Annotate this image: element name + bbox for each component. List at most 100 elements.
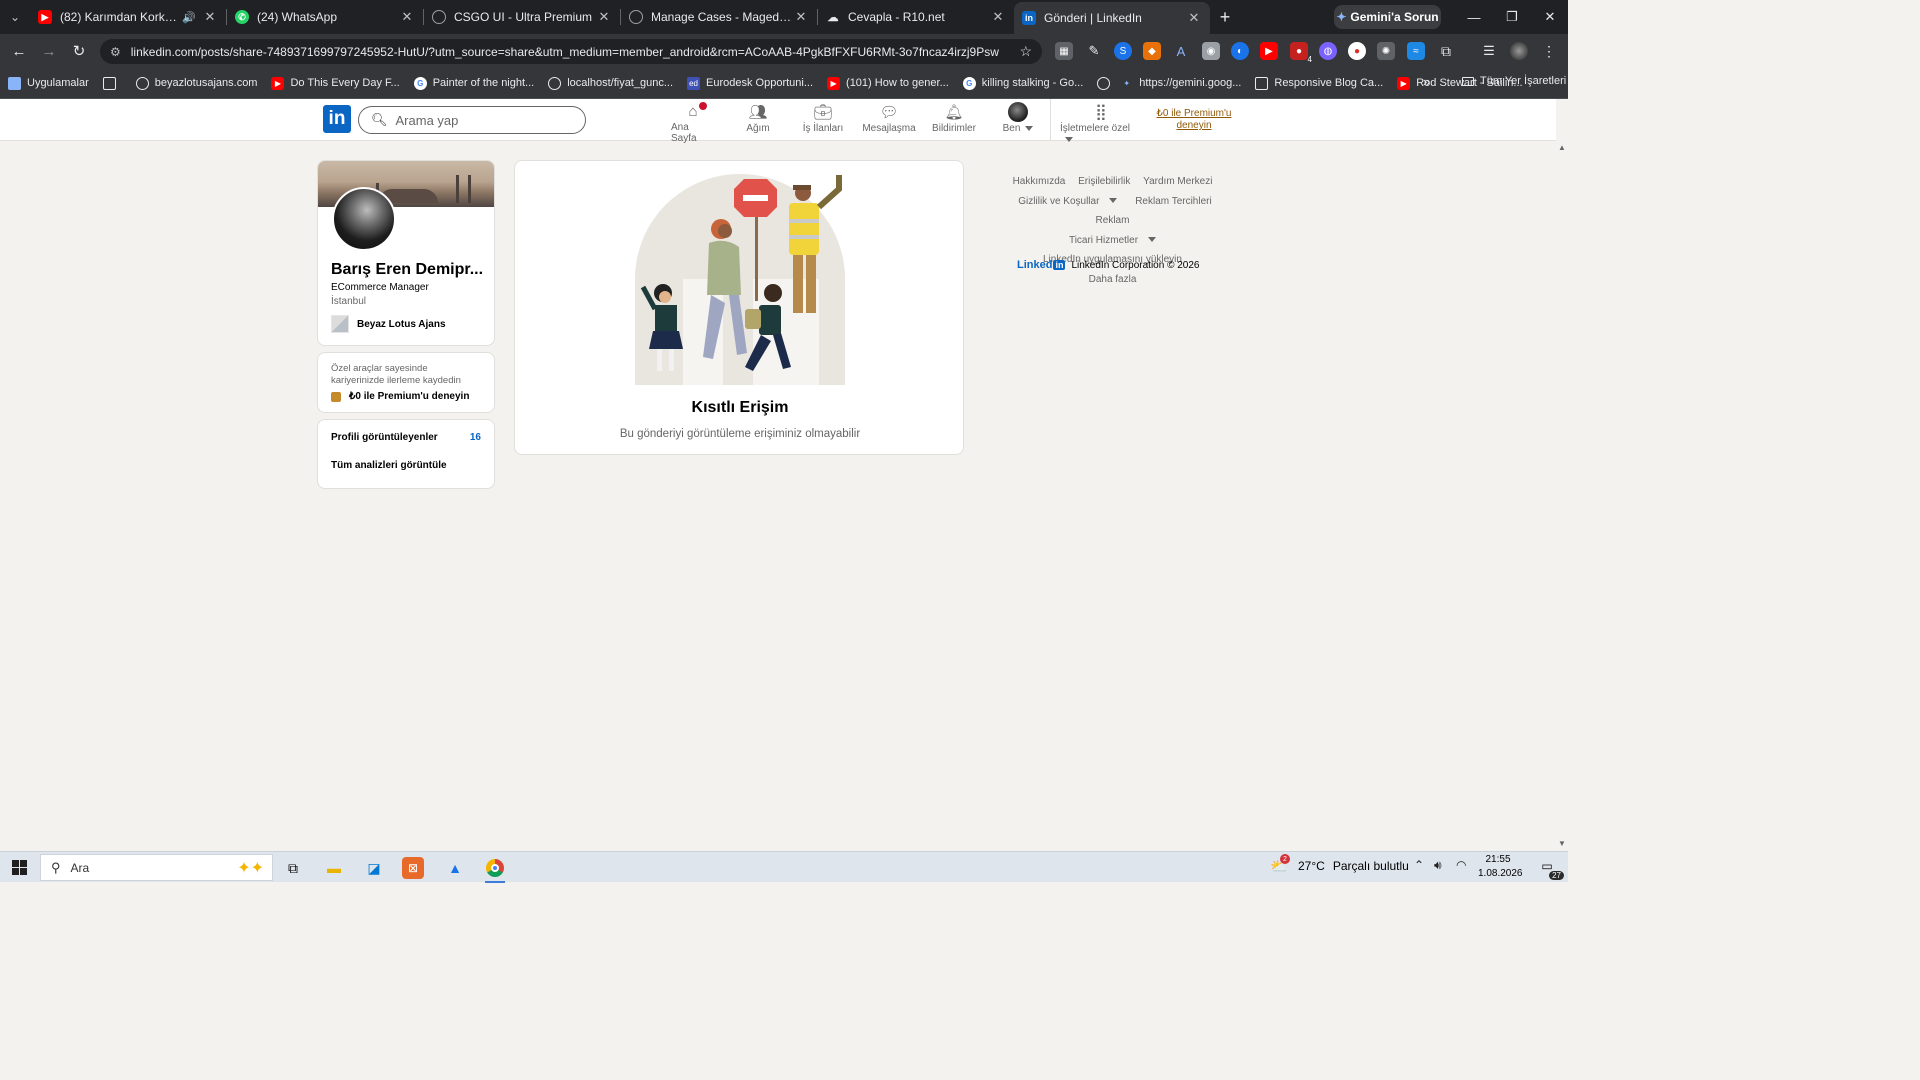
- premium-card[interactable]: Özel araçlar sayesinde kariyerinizde ile…: [317, 352, 495, 413]
- reading-list-icon[interactable]: ☰: [1480, 42, 1498, 60]
- view-all-analytics-link[interactable]: Tüm analizleri görüntüle: [331, 460, 481, 471]
- outlook-icon[interactable]: ◪: [361, 855, 387, 881]
- bookmark-item[interactable]: ▶ (101) How to gener...: [827, 76, 949, 90]
- browser-tab-whatsapp[interactable]: ✆ (24) WhatsApp ✕: [227, 0, 423, 34]
- footer-link-help[interactable]: Yardım Merkezi: [1143, 176, 1212, 187]
- taskbar-search-input[interactable]: ⚲ Ara ✦✦: [40, 854, 273, 881]
- bookmark-star-icon[interactable]: ☆: [1019, 43, 1032, 60]
- premium-trial-link[interactable]: ₺0 ile Premium'u deneyin: [1152, 108, 1236, 132]
- close-tab-icon[interactable]: ✕: [596, 9, 612, 25]
- footer-link-accessibility[interactable]: Erişilebilirlik: [1078, 176, 1130, 187]
- xampp-icon[interactable]: ⊠: [402, 857, 424, 879]
- nav-business[interactable]: ⣿ İşletmelere özel: [1060, 103, 1142, 142]
- nav-notifications[interactable]: 🔔︎ Bildirimler: [929, 103, 979, 139]
- browser-tab-r10[interactable]: ☁ Cevapla - R10.net ✕: [818, 0, 1014, 34]
- browser-tab-csgo[interactable]: CSGO UI - Ultra Premium ✕: [424, 0, 620, 34]
- bookmark-apps[interactable]: Uygulamalar: [8, 76, 89, 90]
- close-tab-icon[interactable]: ✕: [202, 9, 218, 25]
- rec-extension-icon[interactable]: ●: [1348, 42, 1366, 60]
- url-text[interactable]: linkedin.com/posts/share-748937169979724…: [131, 45, 1020, 59]
- chrome-menu-icon[interactable]: ⋮: [1540, 42, 1558, 60]
- profile-avatar-icon[interactable]: [1510, 42, 1528, 60]
- scroll-down-icon[interactable]: ▼: [1558, 839, 1566, 848]
- wifi-icon[interactable]: ◠: [1456, 858, 1466, 872]
- address-bar[interactable]: ⚙ linkedin.com/posts/share-7489371699797…: [100, 39, 1042, 64]
- linkedin-logo[interactable]: in: [323, 105, 351, 133]
- browser-tab-maged[interactable]: Manage Cases - Maged.gg ✕: [621, 0, 817, 34]
- profile-viewers-row[interactable]: Profili görüntüleyenler 16: [331, 432, 481, 443]
- site-info-icon[interactable]: ⚙: [110, 45, 121, 59]
- reload-icon[interactable]: ↻: [64, 36, 94, 66]
- youtube-extension-icon[interactable]: ▶: [1260, 42, 1278, 60]
- bookmark-item[interactable]: Gkilling stalking - Go...: [962, 76, 1083, 90]
- premium-cta[interactable]: ₺0 ile Premium'u deneyin: [331, 391, 481, 402]
- puzzle-extensions-icon[interactable]: ⧉: [1437, 42, 1455, 60]
- bookmark-item[interactable]: G Painter of the night...: [413, 76, 534, 90]
- footer-link-business[interactable]: Ticari Hizmetler: [1064, 235, 1161, 246]
- blue-extension-icon[interactable]: ◐: [1231, 42, 1249, 60]
- new-tab-button[interactable]: +: [1210, 7, 1240, 28]
- bookmark-item[interactable]: localhost/fiyat_gunc...: [548, 76, 673, 90]
- close-tab-icon[interactable]: ✕: [990, 9, 1006, 25]
- profile-avatar[interactable]: [332, 187, 396, 251]
- forward-arrow-icon[interactable]: →: [34, 36, 64, 66]
- bookmark-item[interactable]: beyazlotusajans.com: [135, 76, 257, 90]
- footer-link-privacy[interactable]: Gizlilik ve Koşullar: [1013, 196, 1122, 207]
- ai-extension-icon[interactable]: ◍: [1319, 42, 1337, 60]
- translate-extension-icon[interactable]: A: [1172, 42, 1190, 60]
- all-bookmarks-button[interactable]: Tüm Yer İşaretleri: [1462, 75, 1566, 87]
- system-clock[interactable]: 21:55 1.08.2026: [1478, 853, 1523, 881]
- restore-button[interactable]: ❐: [1493, 0, 1531, 34]
- camera-extension-icon[interactable]: ◉: [1202, 42, 1220, 60]
- nav-home[interactable]: ⌂ Ana Sayfa: [671, 100, 715, 144]
- bookmark-item[interactable]: ▶ Do This Every Day F...: [271, 76, 400, 90]
- nav-network[interactable]: 👥︎ Ağım: [740, 103, 776, 139]
- qr-extension-icon[interactable]: ▦: [1055, 42, 1073, 60]
- profile-name[interactable]: Barış Eren Demipr...: [331, 261, 483, 279]
- notification-center-button[interactable]: ▭ 27: [1534, 856, 1564, 880]
- speaker-icon[interactable]: 🔊: [182, 11, 196, 24]
- minimize-button[interactable]: —: [1455, 0, 1493, 34]
- volume-icon[interactable]: 🔊︎: [1434, 858, 1442, 873]
- tray-overflow-icon[interactable]: ⌃: [1414, 858, 1424, 872]
- close-window-button[interactable]: ✕: [1531, 0, 1569, 34]
- linkedin-search-input[interactable]: 🔍︎ Arama yap: [358, 106, 586, 134]
- shazam-extension-icon[interactable]: S: [1114, 42, 1132, 60]
- windows-start-button[interactable]: [0, 852, 38, 883]
- bookmark-grid[interactable]: [102, 76, 122, 90]
- profile-company[interactable]: Beyaz Lotus Ajans: [331, 315, 446, 333]
- weather-widget[interactable]: ⛅ 2 27°C Parçalı bulutlu: [1270, 854, 1409, 874]
- record-extension-icon[interactable]: ● 4: [1290, 42, 1312, 64]
- wordmark-text: Linked: [1017, 259, 1053, 271]
- nav-me[interactable]: Ben: [1000, 102, 1036, 139]
- gemini-button[interactable]: ✦ Gemini'a Sorun: [1334, 5, 1441, 29]
- close-tab-icon[interactable]: ✕: [793, 9, 809, 25]
- fox-extension-icon[interactable]: ◆: [1143, 42, 1161, 60]
- bookmark-item[interactable]: Responsive Blog Ca...: [1255, 76, 1383, 90]
- close-tab-icon[interactable]: ✕: [399, 9, 415, 25]
- profile-card[interactable]: Barış Eren Demipr... ECommerce Manager İ…: [317, 160, 495, 346]
- file-explorer-icon[interactable]: ▬: [321, 855, 347, 881]
- footer-link-advertising[interactable]: Reklam: [1096, 215, 1130, 226]
- browser-tab-linkedin[interactable]: in Gönderi | LinkedIn ✕: [1014, 2, 1210, 34]
- footer-link-ad-prefs[interactable]: Reklam Tercihleri: [1135, 196, 1212, 207]
- nav-jobs[interactable]: 💼︎ İş İlanları: [800, 103, 846, 139]
- app-launcher-icon[interactable]: ▲: [442, 855, 468, 881]
- bookmarks-overflow-icon[interactable]: »: [1423, 74, 1430, 89]
- cloud-extension-icon[interactable]: ≈: [1407, 42, 1425, 60]
- bookmark-globe[interactable]: ✦ https://gemini.goog...: [1097, 76, 1241, 90]
- pen-extension-icon[interactable]: ✎: [1085, 42, 1103, 60]
- footer-link-more[interactable]: Daha fazla: [1089, 274, 1137, 285]
- chrome-taskbar-icon[interactable]: [482, 855, 508, 883]
- bookmark-item[interactable]: ed Eurodesk Opportuni...: [687, 76, 813, 90]
- scroll-up-icon[interactable]: ▲: [1558, 143, 1566, 152]
- back-arrow-icon[interactable]: ←: [4, 36, 34, 66]
- nav-messaging[interactable]: 💬︎ Mesajlaşma: [861, 103, 917, 139]
- tab-search-button[interactable]: ⌄: [0, 0, 30, 34]
- gear-extension-icon[interactable]: ✺: [1377, 42, 1395, 60]
- task-view-icon[interactable]: ⧉: [280, 855, 306, 881]
- footer-link-about[interactable]: Hakkımızda: [1013, 176, 1066, 187]
- page-scrollbar[interactable]: ▲ ▼: [1556, 140, 1568, 851]
- browser-tab-youtube[interactable]: ▶ (82) Karımdan Korkmuyorum 🔊 ✕: [30, 0, 226, 34]
- close-tab-icon[interactable]: ✕: [1186, 10, 1202, 26]
